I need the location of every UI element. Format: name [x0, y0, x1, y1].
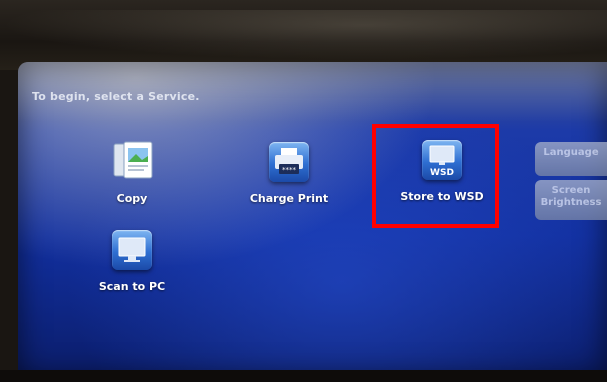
service-tile-scan-to-pc[interactable]: Scan to PC [77, 230, 187, 330]
printer-keypad-icon: **** [269, 142, 309, 182]
service-tile-charge-print[interactable]: **** Charge Print [234, 142, 344, 242]
svg-text:****: **** [282, 166, 297, 174]
monitor-icon [112, 230, 152, 270]
copy-icon [112, 140, 153, 180]
device-bottom-bezel [0, 370, 607, 382]
service-prompt: To begin, select a Service. [32, 90, 200, 103]
bezel-reflection [0, 10, 607, 60]
touch-screen: To begin, select a Service. Copy **** Ch… [18, 62, 607, 378]
screen-brightness-button[interactable]: Screen Brightness [535, 180, 607, 220]
language-button[interactable]: Language [535, 142, 607, 176]
service-label-charge-print: Charge Print [249, 192, 329, 205]
service-label-scan-to-pc: Scan to PC [98, 280, 166, 293]
service-label-copy: Copy [116, 192, 148, 205]
language-button-label: Language [543, 147, 599, 158]
screen-brightness-button-label: Screen Brightness [540, 185, 602, 208]
highlight-box [372, 124, 499, 228]
service-tile-copy[interactable]: Copy [77, 140, 187, 240]
